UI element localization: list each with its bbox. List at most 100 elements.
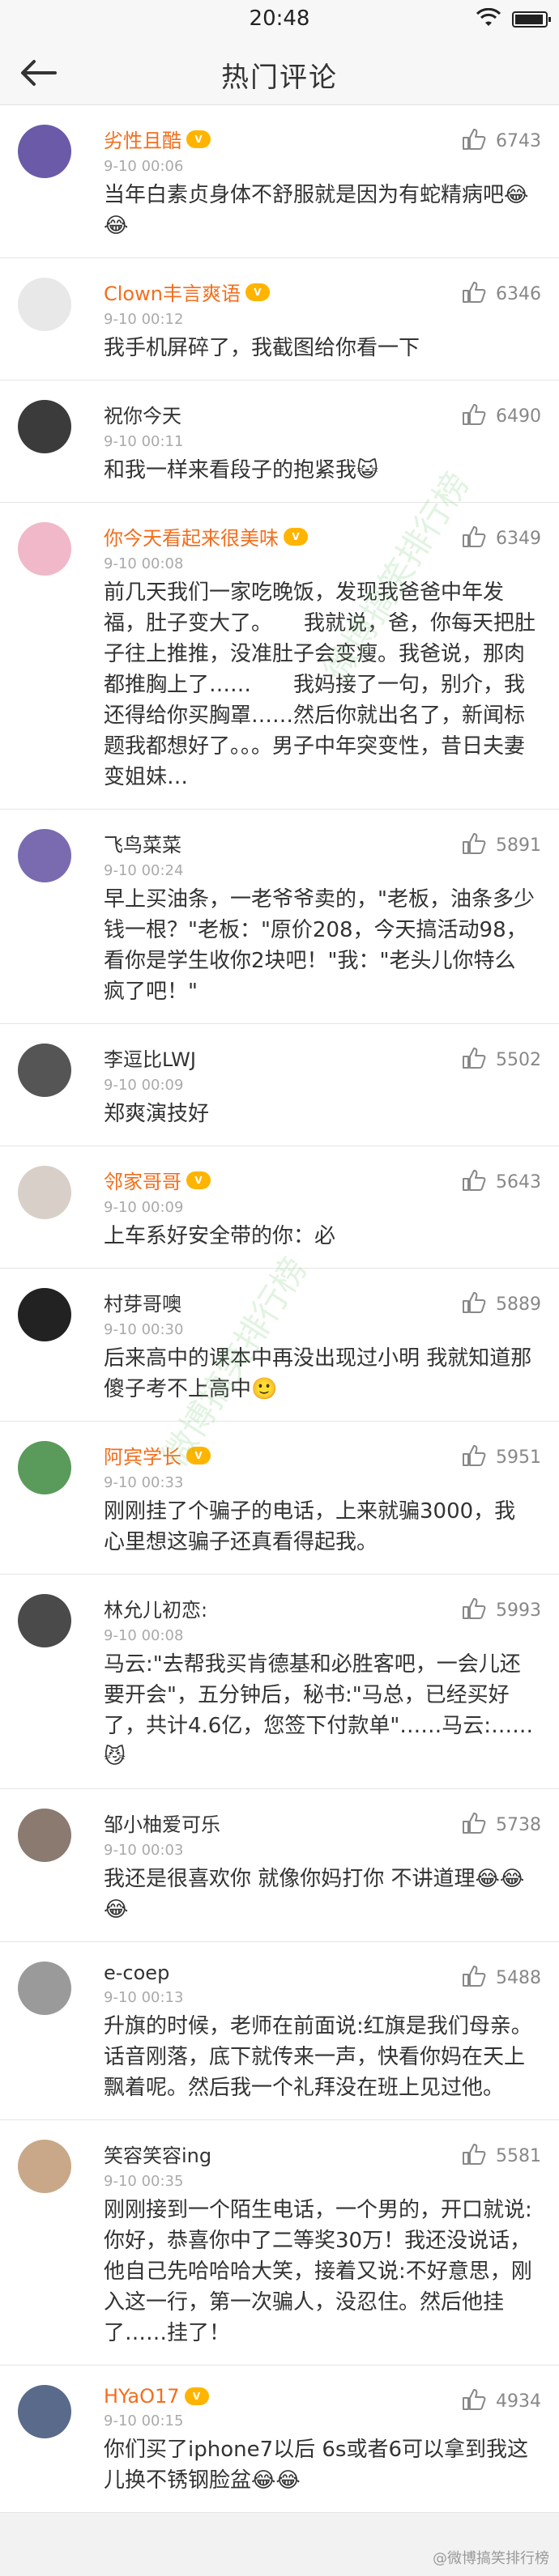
- comment-item[interactable]: 李逗比LWJ 9-10 00:09 郑爽演技好 5502: [0, 1024, 559, 1146]
- user-name[interactable]: 邹小柚爱可乐: [104, 1809, 220, 1837]
- wifi-icon: [476, 8, 501, 26]
- comment-item[interactable]: e-coep 9-10 00:13 升旗的时候，老师在前面说:红旗是我们母亲。 话音…: [0, 1942, 559, 2120]
- like-count: 5643: [496, 1171, 541, 1192]
- comment-item[interactable]: 祝你今天 9-10 00:11 和我一样来看段子的抱紧我😺 6490: [0, 380, 559, 503]
- comment-time: 9-10 00:15: [104, 2412, 184, 2429]
- comment-time: 9-10 00:24: [104, 862, 184, 879]
- avatar[interactable]: [18, 400, 71, 453]
- like-button[interactable]: 6349: [462, 525, 541, 551]
- avatar[interactable]: [18, 1044, 71, 1097]
- like-button[interactable]: 5889: [462, 1291, 541, 1317]
- comment-time: 9-10 00:13: [104, 1989, 184, 2006]
- user-name[interactable]: HYaO17: [104, 2385, 180, 2408]
- like-count: 6349: [496, 528, 541, 549]
- user-name[interactable]: 林允儿初恋:: [104, 1594, 207, 1622]
- like-count: 6346: [496, 283, 541, 304]
- user-name[interactable]: 邻家哥哥: [104, 1166, 181, 1194]
- comment-text: 马云:"去帮我买肯德基和必胜客吧，一会儿还要开会"，五分钟后，秘书:"马总，已经…: [104, 1652, 534, 1769]
- like-count: 5581: [496, 2145, 541, 2166]
- thumbs-up-icon: [462, 1965, 486, 1991]
- thumbs-up-icon: [462, 1444, 486, 1470]
- comment-item[interactable]: 笑容笑容ing 9-10 00:35 刚刚接到一个陌生电话，一个男的，开口就说:你好…: [0, 2120, 559, 2366]
- avatar[interactable]: [18, 1288, 71, 1341]
- thumbs-up-icon: [462, 281, 486, 307]
- comment-item[interactable]: 飞鸟菜菜 9-10 00:24 早上买油条，一老爷爷卖的，"老板，油条多少钱一根？"…: [0, 810, 559, 1024]
- avatar[interactable]: [18, 125, 71, 178]
- like-button[interactable]: 4934: [462, 2388, 541, 2414]
- thumbs-up-icon: [462, 1812, 486, 1838]
- like-count: 5502: [496, 1049, 541, 1070]
- vip-crown-icon: V: [186, 1171, 211, 1189]
- vip-crown-icon: V: [186, 1446, 211, 1464]
- like-button[interactable]: 5738: [462, 1812, 541, 1838]
- comment-text: 刚刚接到一个陌生电话，一个男的，开口就说:你好，恭喜你中了二等奖30万！我还没说…: [104, 2198, 532, 2345]
- like-count: 6490: [496, 406, 541, 427]
- comment-text: 郑爽演技好: [104, 1102, 210, 1126]
- comment-item[interactable]: 邹小柚爱可乐 9-10 00:03 我还是很喜欢你 就像你妈打你 不讲道理😂😂😂 57…: [0, 1789, 559, 1942]
- like-button[interactable]: 5488: [462, 1965, 541, 1991]
- avatar[interactable]: [18, 522, 71, 576]
- user-name[interactable]: e-coep: [104, 1962, 169, 1984]
- user-name[interactable]: Clown丰言爽语: [104, 278, 241, 306]
- user-name[interactable]: 飞鸟菜菜: [104, 829, 181, 857]
- user-name[interactable]: 李逗比LWJ: [104, 1044, 196, 1072]
- user-name[interactable]: 阿宾学长: [104, 1441, 181, 1469]
- comment-text: 当年白素贞身体不舒服就是因为有蛇精病吧😂😂: [104, 183, 529, 238]
- like-count: 6743: [496, 130, 541, 151]
- thumbs-up-icon: [462, 403, 486, 429]
- comment-item[interactable]: HYaO17 V 9-10 00:15 你们买了iphone7以后 6s或者6可以拿到…: [0, 2366, 559, 2513]
- thumbs-up-icon: [462, 525, 486, 551]
- avatar[interactable]: [18, 1809, 71, 1862]
- like-button[interactable]: 6743: [462, 128, 541, 154]
- like-button[interactable]: 5993: [462, 1597, 541, 1623]
- comment-time: 9-10 00:09: [104, 1199, 184, 1216]
- avatar[interactable]: [18, 1962, 71, 2015]
- thumbs-up-icon: [462, 1169, 486, 1195]
- comment-item[interactable]: Clown丰言爽语 V 9-10 00:12 我手机屏碎了，我截图给你看一下 6346: [0, 258, 559, 380]
- avatar[interactable]: [18, 1594, 71, 1647]
- page-title: 热门评论: [221, 62, 338, 94]
- like-button[interactable]: 5891: [462, 832, 541, 858]
- thumbs-up-icon: [462, 1047, 486, 1073]
- comment-time: 9-10 00:08: [104, 555, 184, 572]
- comment-item[interactable]: 邻家哥哥 V 9-10 00:09 上车系好安全带的你：必 5643: [0, 1146, 559, 1269]
- like-button[interactable]: 5502: [462, 1047, 541, 1073]
- avatar[interactable]: [18, 1441, 71, 1494]
- navbar: 热门评论: [0, 40, 559, 105]
- like-button[interactable]: 5581: [462, 2143, 541, 2169]
- comment-item[interactable]: 你今天看起来很美味 V 9-10 00:08 前几天我们一家吃晚饭，发现我爸爸中年发福…: [0, 503, 559, 810]
- comment-text: 早上买油条，一老爷爷卖的，"老板，油条多少钱一根？"老板："原价208，今天搞活…: [104, 887, 535, 1004]
- like-button[interactable]: 6490: [462, 403, 541, 429]
- comment-item[interactable]: 林允儿初恋: 9-10 00:08 马云:"去帮我买肯德基和必胜客吧，一会儿还要开会…: [0, 1575, 559, 1789]
- like-count: 5889: [496, 1294, 541, 1315]
- thumbs-up-icon: [462, 2388, 486, 2414]
- comment-item[interactable]: 劣性且酷 V 9-10 00:06 当年白素贞身体不舒服就是因为有蛇精病吧😂😂 6743: [0, 105, 559, 258]
- footer-watermark: @微博搞笑排行榜: [433, 2550, 549, 2567]
- user-name[interactable]: 笑容笑容ing: [104, 2140, 211, 2168]
- like-button[interactable]: 5643: [462, 1169, 541, 1195]
- avatar[interactable]: [18, 829, 71, 882]
- like-button[interactable]: 6346: [462, 281, 541, 307]
- comment-time: 9-10 00:08: [104, 1627, 184, 1644]
- avatar[interactable]: [18, 278, 71, 331]
- user-name[interactable]: 村芽哥噢: [104, 1288, 181, 1316]
- battery-icon: [512, 11, 551, 28]
- like-count: 5488: [496, 1967, 541, 1988]
- comment-item[interactable]: 阿宾学长 V 9-10 00:33 刚刚挂了个骗子的电话，上来就骗3000，我心里想这…: [0, 1422, 559, 1575]
- user-name[interactable]: 祝你今天: [104, 400, 181, 428]
- comment-text: 你们买了iphone7以后 6s或者6可以拿到我这儿换不锈钢脸盆😂😂: [104, 2438, 529, 2493]
- avatar[interactable]: [18, 2385, 71, 2438]
- comment-time: 9-10 00:11: [104, 433, 184, 450]
- user-name[interactable]: 劣性且酷: [104, 125, 181, 153]
- comment-item[interactable]: 村芽哥噢 9-10 00:30 后来高中的课本中再没出现过小明 我就知道那傻子考不上…: [0, 1269, 559, 1422]
- comment-time: 9-10 00:30: [104, 1321, 184, 1338]
- user-name[interactable]: 你今天看起来很美味: [104, 522, 279, 550]
- status-time: 20:48: [249, 6, 310, 31]
- comment-text: 和我一样来看段子的抱紧我😺: [104, 458, 379, 482]
- avatar[interactable]: [18, 2140, 71, 2193]
- like-count: 5891: [496, 835, 541, 856]
- comment-list: 劣性且酷 V 9-10 00:06 当年白素贞身体不舒服就是因为有蛇精病吧😂😂 6743…: [0, 105, 559, 2513]
- comment-text: 刚刚挂了个骗子的电话，上来就骗3000，我心里想这骗子还真看得起我。: [104, 1499, 516, 1554]
- like-button[interactable]: 5951: [462, 1444, 541, 1470]
- avatar[interactable]: [18, 1166, 71, 1219]
